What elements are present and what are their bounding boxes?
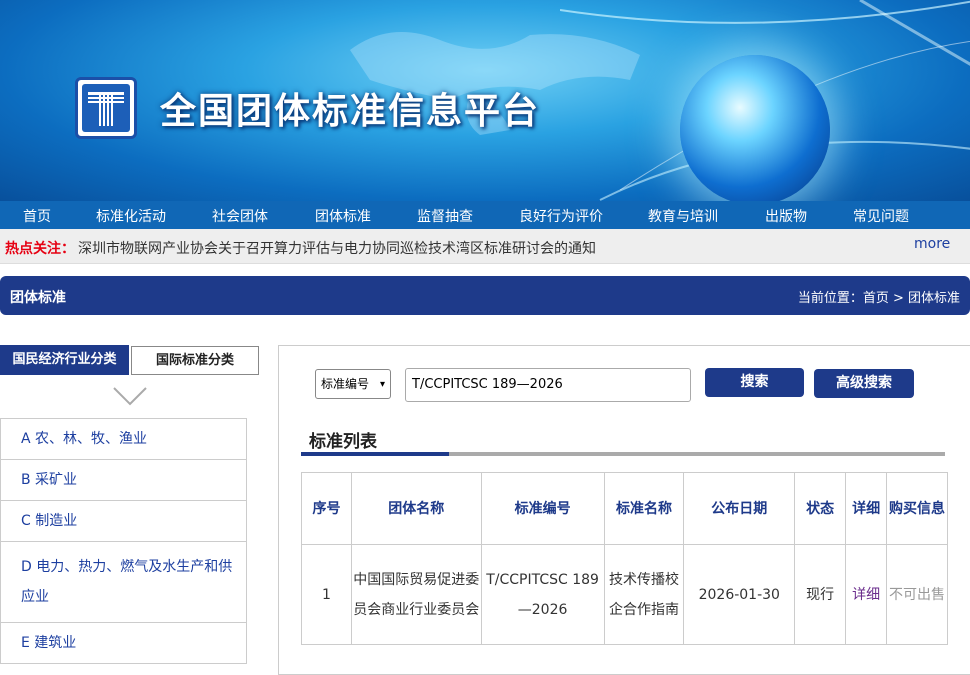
logo-t-icon (88, 92, 124, 126)
tab-industry-classification[interactable]: 国民经济行业分类 (0, 345, 129, 375)
category-a[interactable]: A 农、林、牧、渔业 (0, 419, 247, 460)
nav-faq[interactable]: 常见问题 (853, 206, 909, 226)
nav-standardization-activities[interactable]: 标准化活动 (96, 206, 166, 226)
category-c[interactable]: C 制造业 (0, 501, 247, 542)
tab-international-classification[interactable]: 国际标准分类 (131, 346, 259, 375)
search-field-value: 标准编号 (321, 377, 370, 391)
col-header-index: 序号 (301, 472, 352, 545)
cell-standard-number: T/CCPITCSC 189—2026 (480, 544, 605, 645)
more-link[interactable]: more (914, 236, 950, 252)
section-title: 团体标准 (10, 290, 66, 306)
nav-supervision[interactable]: 监督抽查 (417, 206, 473, 226)
category-d[interactable]: D 电力、热力、燃气及水生产和供应业 (0, 542, 247, 623)
main-nav: 首页 标准化活动 社会团体 团体标准 监督抽查 良好行为评价 教育与培训 出版物… (0, 201, 970, 229)
cell-group-name: 中国国际贸易促进委员会商业行业委员会 (350, 544, 482, 645)
section-header: 团体标准 当前位置：首页 > 团体标准 (0, 276, 970, 315)
nav-home[interactable]: 首页 (23, 206, 51, 226)
col-header-standard-number: 标准编号 (480, 472, 605, 545)
breadcrumb: 当前位置：首页 > 团体标准 (797, 291, 960, 306)
list-title: 标准列表 (309, 432, 377, 452)
category-b[interactable]: B 采矿业 (0, 460, 247, 501)
col-header-status: 状态 (794, 472, 847, 545)
cell-purchase: 不可出售 (886, 544, 948, 645)
search-field-select[interactable]: 标准编号 ▾ (315, 369, 391, 399)
nav-publications[interactable]: 出版物 (765, 206, 807, 226)
nav-education[interactable]: 教育与培训 (648, 206, 718, 226)
hot-topics-label: 热点关注： (5, 241, 75, 257)
cell-standard-name: 技术传播校企合作指南 (603, 544, 685, 645)
site-logo[interactable] (75, 77, 137, 139)
category-list: A 农、林、牧、渔业 B 采矿业 C 制造业 D 电力、热力、燃气及水生产和供应… (0, 418, 247, 664)
detail-link[interactable]: 详细 (845, 544, 888, 645)
cell-status: 现行 (794, 544, 847, 645)
search-button[interactable]: 搜索 (705, 368, 804, 397)
nav-social-groups[interactable]: 社会团体 (212, 206, 268, 226)
chevron-down-icon: ▾ (379, 379, 385, 390)
search-input[interactable]: T/CCPITCSC 189—2026 (405, 368, 691, 402)
category-e[interactable]: E 建筑业 (0, 623, 247, 664)
header-banner: 全国团体标准信息平台 (0, 0, 970, 201)
nav-good-behavior[interactable]: 良好行为评价 (519, 206, 603, 226)
list-title-underline (301, 452, 945, 456)
cell-publish-date: 2026-01-30 (683, 544, 796, 645)
advanced-search-button[interactable]: 高级搜索 (814, 369, 914, 398)
table-row: 1 中国国际贸易促进委员会商业行业委员会 T/CCPITCSC 189—2026… (301, 544, 948, 645)
col-header-standard-name: 标准名称 (603, 472, 685, 545)
hot-topic-link[interactable]: 深圳市物联网产业协会关于召开算力评估与电力协同巡检技术湾区标准研讨会的通知 (78, 238, 596, 258)
nav-group-standards[interactable]: 团体标准 (315, 206, 371, 226)
hot-topics-bar: 热点关注： 深圳市物联网产业协会关于召开算力评估与电力协同巡检技术湾区标准研讨会… (0, 229, 970, 264)
col-header-purchase: 购买信息 (886, 472, 948, 545)
cell-index: 1 (301, 544, 352, 645)
standards-panel: 标准编号 ▾ T/CCPITCSC 189—2026 搜索 高级搜索 标准列表 … (278, 345, 970, 675)
col-header-detail: 详细 (845, 472, 888, 545)
col-header-group-name: 团体名称 (350, 472, 482, 545)
table-header-row: 序号 团体名称 标准编号 标准名称 公布日期 状态 详细 购买信息 (301, 472, 948, 545)
chevron-down-icon (113, 387, 147, 406)
col-header-publish-date: 公布日期 (683, 472, 796, 545)
site-title: 全国团体标准信息平台 (160, 91, 541, 132)
globe-graphic (680, 55, 830, 201)
classification-tabs: 国民经济行业分类 国际标准分类 (0, 345, 260, 375)
standards-table: 序号 团体名称 标准编号 标准名称 公布日期 状态 详细 购买信息 1 中国国际… (301, 472, 948, 645)
